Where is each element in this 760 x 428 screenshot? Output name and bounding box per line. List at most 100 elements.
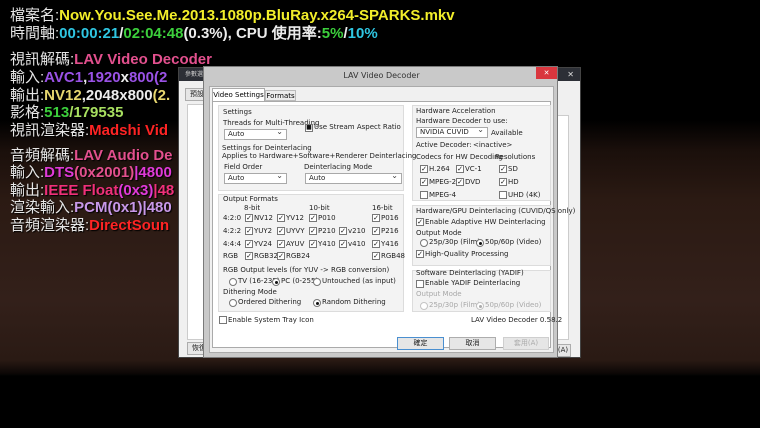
dither-label: Dithering Mode [223, 288, 277, 296]
dither-random-label: Random Dithering [322, 298, 386, 306]
time-total: 02:04:48 [123, 25, 184, 42]
format-uyvy-checkbox[interactable]: ✓ [277, 227, 285, 235]
deint-settings-sub: Applies to Hardware+Software+Renderer De… [222, 152, 417, 160]
format-yuy2-checkbox[interactable]: ✓ [245, 227, 253, 235]
codec-vc1-label: VC-1 [465, 165, 482, 173]
res-hd-checkbox[interactable]: ✓ [499, 178, 507, 186]
format-y410-label: Y410 [318, 240, 336, 248]
deint-mode-label: Deinterlacing Mode [304, 163, 373, 171]
tray-icon-checkbox[interactable] [219, 316, 227, 324]
label: 視訊渲染器: [10, 122, 90, 139]
hw-decoder-select[interactable]: NVIDIA CUVID [416, 125, 488, 138]
settings-title: Settings [223, 108, 252, 116]
cpu-1: 5% [321, 25, 344, 42]
dither-random-radio[interactable] [313, 299, 321, 307]
yadif-checkbox[interactable] [416, 280, 424, 288]
adaptive-deint-checkbox[interactable]: ✓ [416, 218, 424, 226]
hw-accel-title: Hardware Acceleration [416, 107, 496, 115]
format-v410-checkbox[interactable]: ✓ [339, 240, 347, 248]
field-order-label: Field Order [224, 163, 263, 171]
active-decoder-value: <inactive> [473, 141, 513, 149]
format-p216-checkbox[interactable]: ✓ [372, 227, 380, 235]
stream-aspect-checkbox[interactable]: ■ [305, 124, 313, 132]
sw-video-label: 50p/60p (Video) [485, 301, 542, 309]
version-label: LAV Video Decoder 0.58.2 [471, 316, 563, 324]
format-yv24-checkbox[interactable]: ✓ [245, 240, 253, 248]
format-nv12-checkbox[interactable]: ✓ [245, 214, 253, 222]
format-row-label: 4:4:4 [223, 240, 242, 248]
hw-film-radio[interactable] [420, 239, 428, 247]
cancel-button[interactable]: 取消 [449, 337, 496, 350]
format-rgb32-checkbox[interactable]: ✓ [245, 252, 253, 260]
dialog-title: LAV Video Decoder [343, 71, 420, 80]
sw-film-label: 25p/30p (Film) [429, 301, 480, 309]
format-row-label: 4:2:2 [223, 227, 242, 235]
format-rgb32-label: RGB32 [254, 252, 278, 260]
ok-button[interactable]: 確定 [397, 337, 444, 350]
dither-ordered-radio[interactable] [229, 299, 237, 307]
format-yv12-checkbox[interactable]: ✓ [277, 214, 285, 222]
deint-mode-select[interactable]: Auto [305, 171, 402, 184]
codecs-label: Codecs for HW Decoding [416, 153, 503, 161]
cpu-label: , CPU 使用率: [227, 25, 322, 42]
format-y416-checkbox[interactable]: ✓ [372, 240, 380, 248]
header-8bit: 8-bit [244, 204, 261, 212]
hq-processing-checkbox[interactable]: ✓ [416, 250, 424, 258]
apply-button[interactable]: 套用(A) [503, 337, 549, 350]
codec-mpeg4-checkbox[interactable] [420, 191, 428, 199]
res-uhd4k-checkbox[interactable] [499, 191, 507, 199]
codec-dvd-label: DVD [465, 178, 481, 186]
time-current: 00:00:21 [59, 25, 120, 42]
sw-output-mode-label: Output Mode [416, 290, 462, 298]
tab-formats[interactable]: Formats [265, 90, 296, 101]
hw-video-radio[interactable] [476, 239, 484, 247]
codec-mpeg2-checkbox[interactable]: ✓ [420, 178, 428, 186]
resolutions-label: Resolutions [495, 153, 536, 161]
format-v410-label: v410 [348, 240, 366, 248]
value: Madshi Vid [89, 122, 169, 139]
format-p210-checkbox[interactable]: ✓ [309, 227, 317, 235]
format-p016-checkbox[interactable]: ✓ [372, 214, 380, 222]
dither-ordered-label: Ordered Dithering [238, 298, 302, 306]
tab-video-settings[interactable]: Video Settings [212, 88, 265, 101]
format-p010-checkbox[interactable]: ✓ [309, 214, 317, 222]
res-uhd4k-label: UHD (4K) [508, 191, 541, 199]
rgb-tv-radio[interactable] [229, 278, 237, 286]
res-sd-checkbox[interactable]: ✓ [499, 165, 507, 173]
yadif-label: Enable YADIF Deinterlacing [425, 279, 521, 287]
format-rgb48-checkbox[interactable]: ✓ [372, 252, 380, 260]
codec-vc1-checkbox[interactable]: ✓ [456, 165, 464, 173]
hw-film-label: 25p/30p (Film) [429, 238, 480, 246]
value: DirectSoun [89, 217, 170, 234]
format-uyvy-label: UYVY [286, 227, 305, 235]
format-v210-checkbox[interactable]: ✓ [339, 227, 347, 235]
rgb-levels-label: RGB Output levels (for YUV -> RGB conver… [223, 266, 390, 274]
codec-mpeg4-label: MPEG-4 [429, 191, 457, 199]
parent-close-icon[interactable]: ✕ [567, 70, 574, 79]
output-formats-title: Output Formats [223, 195, 278, 203]
adaptive-deint-label: Enable Adaptive HW Deinterlacing [425, 218, 546, 226]
format-y410-checkbox[interactable]: ✓ [309, 240, 317, 248]
format-rgb48-label: RGB48 [381, 252, 405, 260]
hw-decoder-label: Hardware Decoder to use: [416, 117, 508, 125]
rgb-untouched-radio[interactable] [313, 278, 321, 286]
sw-video-radio[interactable] [476, 302, 484, 310]
format-rgb24-checkbox[interactable]: ✓ [277, 252, 285, 260]
codec-h264-label: H.264 [429, 165, 450, 173]
rgb-pc-radio[interactable] [272, 278, 280, 286]
hw-deint-title: Hardware/GPU Deinterlacing (CUVID/QS onl… [416, 207, 576, 215]
sw-deint-title: Software Deinterlacing (YADIF) [416, 269, 524, 277]
format-rgb24-label: RGB24 [286, 252, 310, 260]
header-16bit: 16-bit [372, 204, 393, 212]
header-10bit: 10-bit [309, 204, 330, 212]
codec-h264-checkbox[interactable]: ✓ [420, 165, 428, 173]
stream-aspect-label: Use Stream Aspect Ratio [314, 123, 401, 131]
threads-select[interactable]: Auto [224, 127, 287, 140]
res-hd-label: HD [508, 178, 519, 186]
codec-dvd-checkbox[interactable]: ✓ [456, 178, 464, 186]
field-order-select[interactable]: Auto [224, 171, 287, 184]
format-yv12-label: YV12 [286, 214, 304, 222]
format-ayuv-checkbox[interactable]: ✓ [277, 240, 285, 248]
sw-film-radio[interactable] [420, 302, 428, 310]
format-nv12-label: NV12 [254, 214, 273, 222]
